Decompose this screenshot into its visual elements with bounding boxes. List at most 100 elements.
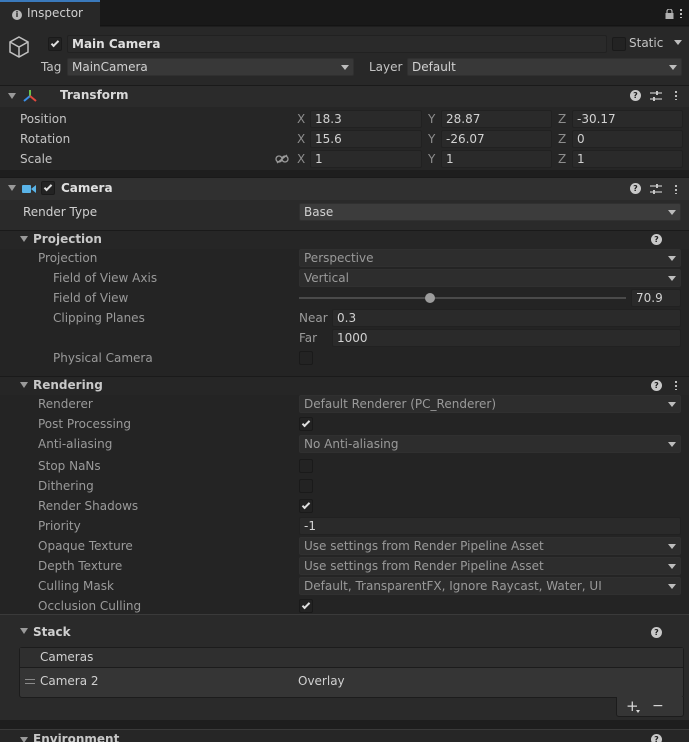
priority-label: Priority xyxy=(38,519,81,533)
rendering-foldout-icon[interactable] xyxy=(20,382,28,388)
camera-presets-icon[interactable] xyxy=(650,183,662,198)
far-label: Far xyxy=(299,331,318,345)
stack-camera-name: Camera 2 xyxy=(40,674,99,688)
tab-inspector[interactable]: i Inspector xyxy=(0,0,100,27)
static-dropdown-icon[interactable] xyxy=(674,40,682,45)
stack-foldout-icon[interactable] xyxy=(20,628,28,634)
transform-axes-icon xyxy=(22,88,38,107)
rotation-x-field[interactable]: 15.6 xyxy=(310,130,422,148)
stop-nans-label: Stop NaNs xyxy=(38,459,101,473)
static-checkbox[interactable] xyxy=(612,37,626,51)
layer-dropdown[interactable]: Default xyxy=(407,58,682,76)
static-label: Static xyxy=(629,36,664,50)
scale-z-field[interactable]: 1 xyxy=(572,150,683,168)
rendering-header[interactable] xyxy=(0,376,689,395)
transform-menu-icon[interactable] xyxy=(675,90,677,100)
scale-y-field[interactable]: 1 xyxy=(441,150,552,168)
stack-help-icon[interactable]: ? xyxy=(651,627,662,638)
occlusion-culling-checkbox[interactable] xyxy=(299,599,313,613)
projection-help-icon[interactable]: ? xyxy=(651,234,662,245)
anti-aliasing-dropdown[interactable]: No Anti-aliasing xyxy=(299,435,681,453)
dithering-label: Dithering xyxy=(38,479,94,493)
physical-camera-label: Physical Camera xyxy=(53,351,153,365)
position-y-field[interactable]: 28.87 xyxy=(441,110,552,128)
clipping-planes-label: Clipping Planes xyxy=(53,311,145,325)
environment-help-icon[interactable]: ? xyxy=(651,734,662,742)
rotation-label: Rotation xyxy=(20,132,71,146)
tab-menu-icon[interactable] xyxy=(680,8,682,18)
dithering-checkbox[interactable] xyxy=(299,479,313,493)
fov-axis-label: Field of View Axis xyxy=(53,271,158,285)
priority-field[interactable]: -1 xyxy=(299,517,681,535)
rendering-help-icon[interactable]: ? xyxy=(651,380,662,391)
transform-help-icon[interactable]: ? xyxy=(630,90,641,101)
rotation-z-field[interactable]: 0 xyxy=(572,130,683,148)
scale-x-field[interactable]: 1 xyxy=(310,150,422,168)
environment-title: Environment xyxy=(33,732,120,742)
rendering-menu-icon[interactable] xyxy=(675,380,677,390)
render-shadows-checkbox[interactable] xyxy=(299,499,313,513)
gameobject-cube-icon xyxy=(8,35,30,62)
camera-help-icon[interactable]: ? xyxy=(630,183,641,194)
scale-link-icon[interactable] xyxy=(275,153,289,167)
anti-aliasing-value: No Anti-aliasing xyxy=(304,437,399,451)
culling-mask-dropdown[interactable]: Default, TransparentFX, Ignore Raycast, … xyxy=(299,577,681,595)
position-z-field[interactable]: -30.17 xyxy=(572,110,683,128)
tag-dropdown[interactable]: MainCamera xyxy=(67,58,354,76)
stack-title: Stack xyxy=(33,625,71,639)
table-row[interactable]: Camera 2 Overlay xyxy=(20,669,683,695)
stack-camera-type: Overlay xyxy=(298,674,345,688)
fov-axis-dropdown[interactable]: Vertical xyxy=(299,269,681,287)
layer-value: Default xyxy=(412,60,456,74)
render-type-label: Render Type xyxy=(23,205,98,219)
drag-handle-icon[interactable] xyxy=(25,679,35,684)
culling-mask-label: Culling Mask xyxy=(38,579,114,593)
projection-header[interactable] xyxy=(0,230,689,249)
depth-texture-dropdown[interactable]: Use settings from Render Pipeline Asset xyxy=(299,557,681,575)
fov-slider-track[interactable] xyxy=(299,297,626,299)
stack-list-header xyxy=(20,648,683,668)
rendering-title: Rendering xyxy=(33,378,103,392)
stack-header[interactable] xyxy=(0,614,689,644)
near-field[interactable]: 0.3 xyxy=(332,309,681,327)
projection-foldout-icon[interactable] xyxy=(20,236,28,242)
object-name-input[interactable]: Main Camera xyxy=(67,35,607,53)
tag-value: MainCamera xyxy=(72,60,148,74)
tab-bar xyxy=(0,0,689,26)
opaque-texture-label: Opaque Texture xyxy=(38,539,133,553)
renderer-value: Default Renderer (PC_Renderer) xyxy=(304,397,496,411)
render-shadows-label: Render Shadows xyxy=(38,499,139,513)
camera-enabled-checkbox[interactable] xyxy=(41,181,55,195)
active-checkbox[interactable] xyxy=(48,37,62,51)
stop-nans-checkbox[interactable] xyxy=(299,459,313,473)
rotation-x-axis: X xyxy=(297,132,306,146)
position-x-axis: X xyxy=(297,112,306,126)
rotation-y-field[interactable]: -26.07 xyxy=(441,130,552,148)
transform-presets-icon[interactable] xyxy=(650,90,662,105)
scale-y-axis: Y xyxy=(428,152,436,166)
position-x-field[interactable]: 18.3 xyxy=(310,110,422,128)
culling-mask-value: Default, TransparentFX, Ignore Raycast, … xyxy=(304,579,602,593)
opaque-texture-dropdown[interactable]: Use settings from Render Pipeline Asset xyxy=(299,537,681,555)
projection-dropdown[interactable]: Perspective xyxy=(299,249,681,267)
camera-foldout-icon[interactable] xyxy=(8,185,16,191)
rotation-z-axis: Z xyxy=(558,132,567,146)
environment-foldout-icon[interactable] xyxy=(20,737,28,742)
opaque-texture-value: Use settings from Render Pipeline Asset xyxy=(304,539,544,553)
renderer-dropdown[interactable]: Default Renderer (PC_Renderer) xyxy=(299,395,681,413)
tag-label: Tag xyxy=(41,60,62,74)
add-camera-button[interactable]: + xyxy=(626,696,639,716)
physical-camera-checkbox[interactable] xyxy=(299,351,313,365)
projection-label: Projection xyxy=(38,251,98,265)
far-field[interactable]: 1000 xyxy=(332,329,681,347)
renderer-label: Renderer xyxy=(38,397,93,411)
camera-menu-icon[interactable] xyxy=(675,184,677,194)
fov-value-field[interactable]: 70.9 xyxy=(631,289,681,307)
post-processing-label: Post Processing xyxy=(38,417,131,431)
render-type-dropdown[interactable]: Base xyxy=(299,203,681,221)
remove-camera-button[interactable]: − xyxy=(652,696,664,716)
transform-foldout-icon[interactable] xyxy=(8,93,16,99)
post-processing-checkbox[interactable] xyxy=(299,417,313,431)
lock-icon[interactable] xyxy=(665,8,674,19)
fov-slider-handle[interactable] xyxy=(425,293,435,303)
